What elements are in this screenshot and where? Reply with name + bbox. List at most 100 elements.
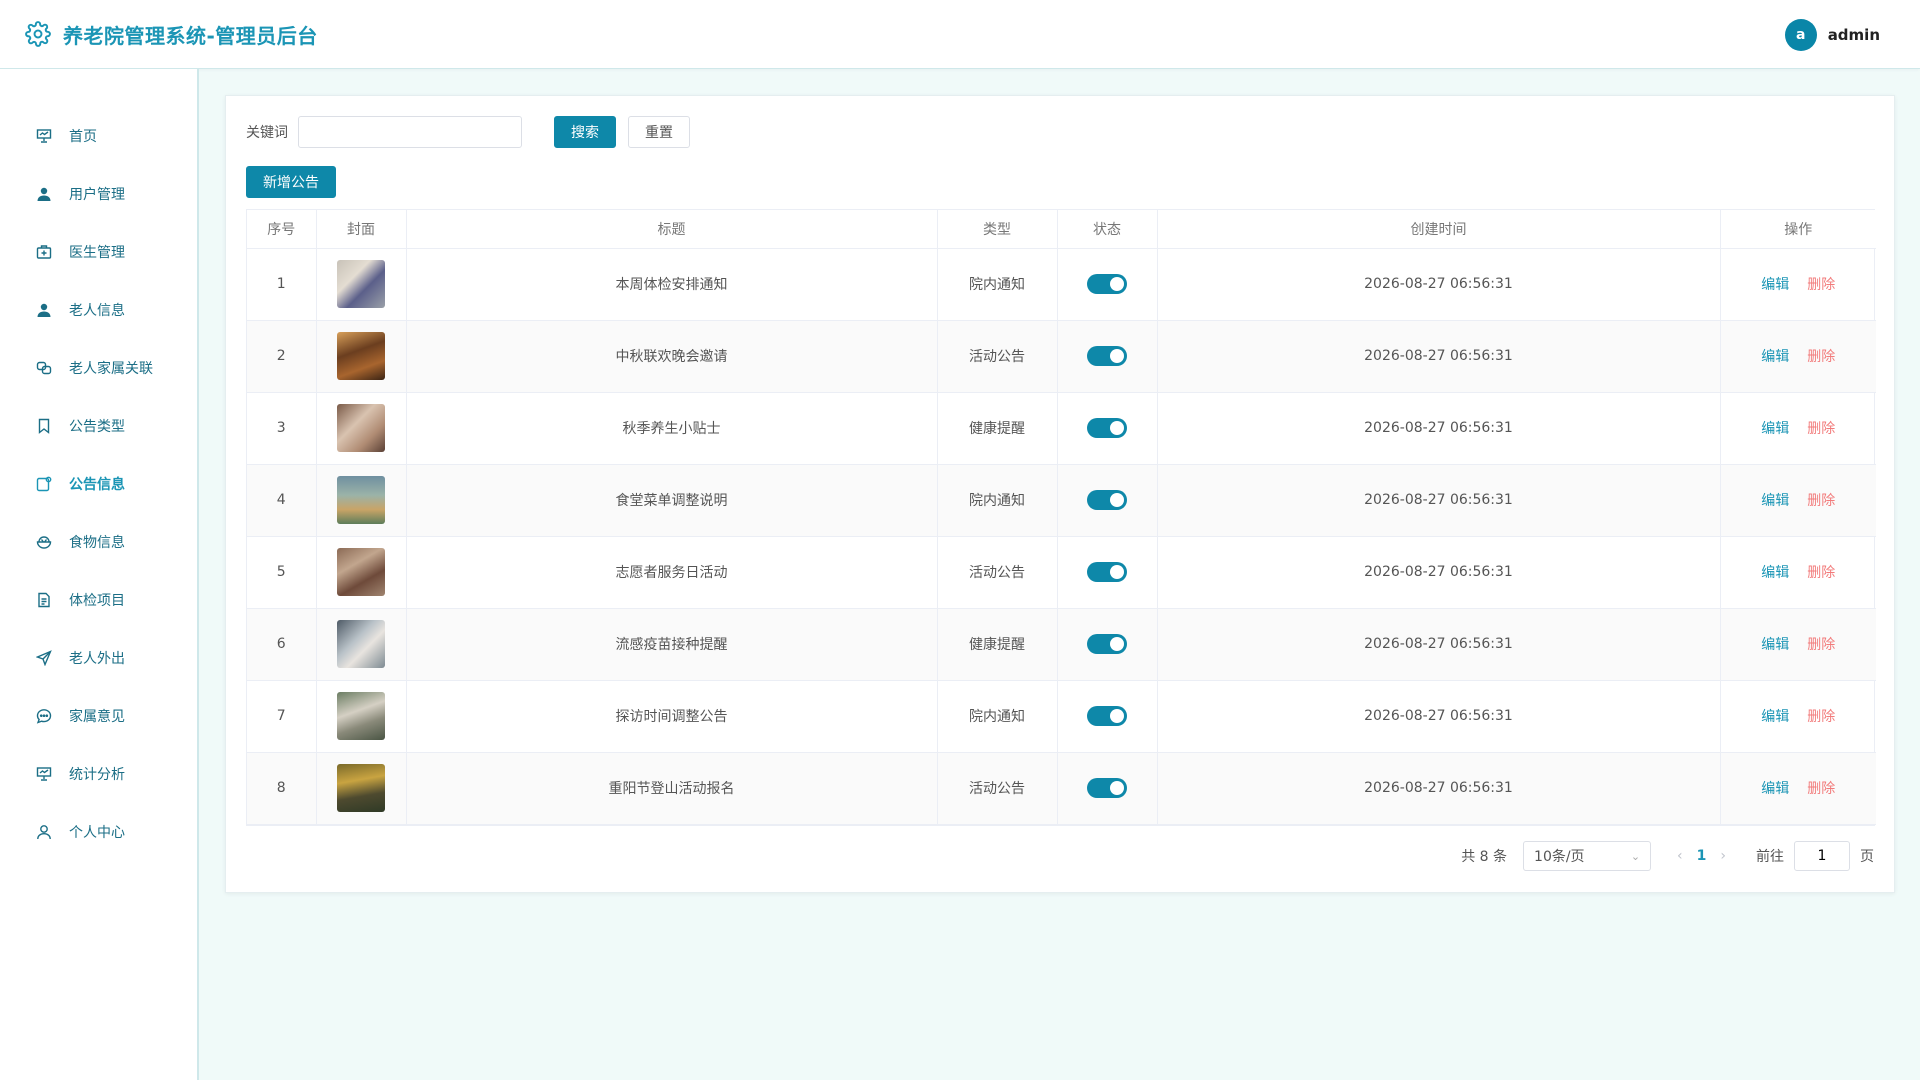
column-header: 封面: [316, 210, 407, 249]
cover-image[interactable]: [337, 332, 385, 380]
sidebar: 首页 用户管理 医生管理 老人信息 老人家属关联 公告类型 公告信息 食物信息 …: [0, 69, 199, 1080]
notice-type: 活动公告: [937, 752, 1058, 825]
bookmark-icon: [38, 418, 50, 434]
edit-button[interactable]: 编辑: [1761, 565, 1789, 581]
notice-type: 活动公告: [937, 320, 1058, 393]
keyword-label: 关键词: [246, 125, 288, 141]
presentation-board-icon: [36, 129, 52, 143]
current-page[interactable]: 1: [1697, 848, 1707, 864]
goto-label: 前往: [1756, 849, 1784, 865]
cover-image[interactable]: [337, 620, 385, 668]
column-header: 标题: [406, 210, 938, 249]
notice-type: 活动公告: [937, 536, 1058, 609]
sidebar-item-outings[interactable]: 老人外出: [0, 638, 197, 678]
status-toggle[interactable]: [1087, 706, 1127, 726]
row-index: 6: [247, 608, 317, 681]
avatar[interactable]: a: [1784, 19, 1817, 51]
sidebar-item-home[interactable]: 首页: [0, 116, 197, 156]
cover-image[interactable]: [337, 692, 385, 740]
send-arrow-icon: [36, 650, 52, 666]
link-icon: [36, 361, 52, 375]
sidebar-item-label: 家属意见: [69, 709, 125, 725]
row-index: 4: [247, 464, 317, 537]
edit-button[interactable]: 编辑: [1761, 421, 1789, 437]
sidebar-item-elders[interactable]: 老人信息: [0, 290, 197, 330]
notice-title: 食堂菜单调整说明: [406, 464, 938, 537]
edit-button[interactable]: 编辑: [1761, 781, 1789, 797]
sidebar-item-statistics[interactable]: 统计分析: [0, 754, 197, 794]
sidebar-item-notices[interactable]: 公告信息: [0, 464, 197, 504]
medical-kit-icon: [36, 245, 52, 259]
total-count: 共 8 条: [1461, 849, 1508, 865]
pagination: 共 8 条 10条/页 ⌄ ‹ 1 › 前往 页: [1461, 841, 1874, 871]
notice-type: 健康提醒: [937, 608, 1058, 681]
cover-image[interactable]: [337, 476, 385, 524]
add-notice-button[interactable]: 新增公告: [246, 166, 336, 198]
delete-button[interactable]: 删除: [1807, 277, 1835, 293]
delete-button[interactable]: 删除: [1807, 493, 1835, 509]
user-outline-icon: [37, 825, 51, 840]
edit-button[interactable]: 编辑: [1761, 709, 1789, 725]
page-size-select[interactable]: 10条/页 ⌄: [1523, 841, 1652, 871]
cover-image[interactable]: [337, 260, 385, 308]
created-time: 2026-08-27 06:56:31: [1157, 752, 1721, 825]
sidebar-item-users[interactable]: 用户管理: [0, 174, 197, 214]
status-toggle[interactable]: [1087, 778, 1127, 798]
sidebar-item-notice-types[interactable]: 公告类型: [0, 406, 197, 446]
search-button[interactable]: 搜索: [554, 116, 616, 148]
delete-button[interactable]: 删除: [1807, 421, 1835, 437]
status-toggle[interactable]: [1087, 562, 1127, 582]
edit-button[interactable]: 编辑: [1761, 637, 1789, 653]
notice-title: 流感疫苗接种提醒: [406, 608, 938, 681]
sidebar-item-doctors[interactable]: 医生管理: [0, 232, 197, 272]
table-row: 1 本周体检安排通知 院内通知 2026-08-27 06:56:31 编辑 删除: [247, 248, 1876, 321]
created-time: 2026-08-27 06:56:31: [1157, 464, 1721, 537]
table-row: 3 秋季养生小贴士 健康提醒 2026-08-27 06:56:31 编辑 删除: [247, 392, 1876, 465]
status-toggle[interactable]: [1087, 274, 1127, 294]
table-row: 2 中秋联欢晚会邀请 活动公告 2026-08-27 06:56:31 编辑 删除: [247, 320, 1876, 393]
goto-suffix: 页: [1860, 849, 1874, 865]
notice-title: 志愿者服务日活动: [406, 536, 938, 609]
created-time: 2026-08-27 06:56:31: [1157, 608, 1721, 681]
notice-icon: [36, 476, 52, 492]
delete-button[interactable]: 删除: [1807, 709, 1835, 725]
sidebar-item-profile[interactable]: 个人中心: [0, 812, 197, 852]
search-bar: 关键词 搜索 重置: [246, 116, 690, 148]
chevron-right-icon[interactable]: ›: [1720, 848, 1726, 864]
sidebar-item-food[interactable]: 食物信息: [0, 522, 197, 562]
sidebar-item-checkups[interactable]: 体检项目: [0, 580, 197, 620]
content-card: 关键词 搜索 重置 新增公告 序号 封面 标题 类型 状态 创建时间 操作 1 …: [225, 95, 1895, 893]
delete-button[interactable]: 删除: [1807, 781, 1835, 797]
username[interactable]: admin: [1828, 26, 1880, 44]
cover-image[interactable]: [337, 764, 385, 812]
user-icon: [37, 303, 51, 317]
goto-page-input[interactable]: [1794, 841, 1850, 871]
presentation-board-icon: [36, 767, 52, 781]
keyword-input[interactable]: [298, 116, 522, 148]
user-menu[interactable]: a admin: [1784, 19, 1880, 51]
sidebar-item-label: 老人外出: [69, 651, 125, 667]
sidebar-item-label: 个人中心: [69, 825, 125, 841]
status-toggle[interactable]: [1087, 490, 1127, 510]
delete-button[interactable]: 删除: [1807, 349, 1835, 365]
status-toggle[interactable]: [1087, 634, 1127, 654]
sidebar-item-label: 公告类型: [69, 419, 125, 435]
page-size-value: 10条/页: [1534, 849, 1585, 865]
delete-button[interactable]: 删除: [1807, 637, 1835, 653]
cover-image[interactable]: [337, 404, 385, 452]
status-toggle[interactable]: [1087, 418, 1127, 438]
cover-image[interactable]: [337, 548, 385, 596]
user-icon: [37, 187, 51, 201]
status-toggle[interactable]: [1087, 346, 1127, 366]
edit-button[interactable]: 编辑: [1761, 277, 1789, 293]
sidebar-item-label: 首页: [69, 129, 97, 145]
column-header: 序号: [247, 210, 317, 249]
edit-button[interactable]: 编辑: [1761, 349, 1789, 365]
sidebar-item-family-link[interactable]: 老人家属关联: [0, 348, 197, 388]
sidebar-item-feedback[interactable]: 家属意见: [0, 696, 197, 736]
created-time: 2026-08-27 06:56:31: [1157, 248, 1721, 321]
edit-button[interactable]: 编辑: [1761, 493, 1789, 509]
reset-button[interactable]: 重置: [628, 116, 690, 148]
chevron-left-icon[interactable]: ‹: [1677, 848, 1683, 864]
delete-button[interactable]: 删除: [1807, 565, 1835, 581]
